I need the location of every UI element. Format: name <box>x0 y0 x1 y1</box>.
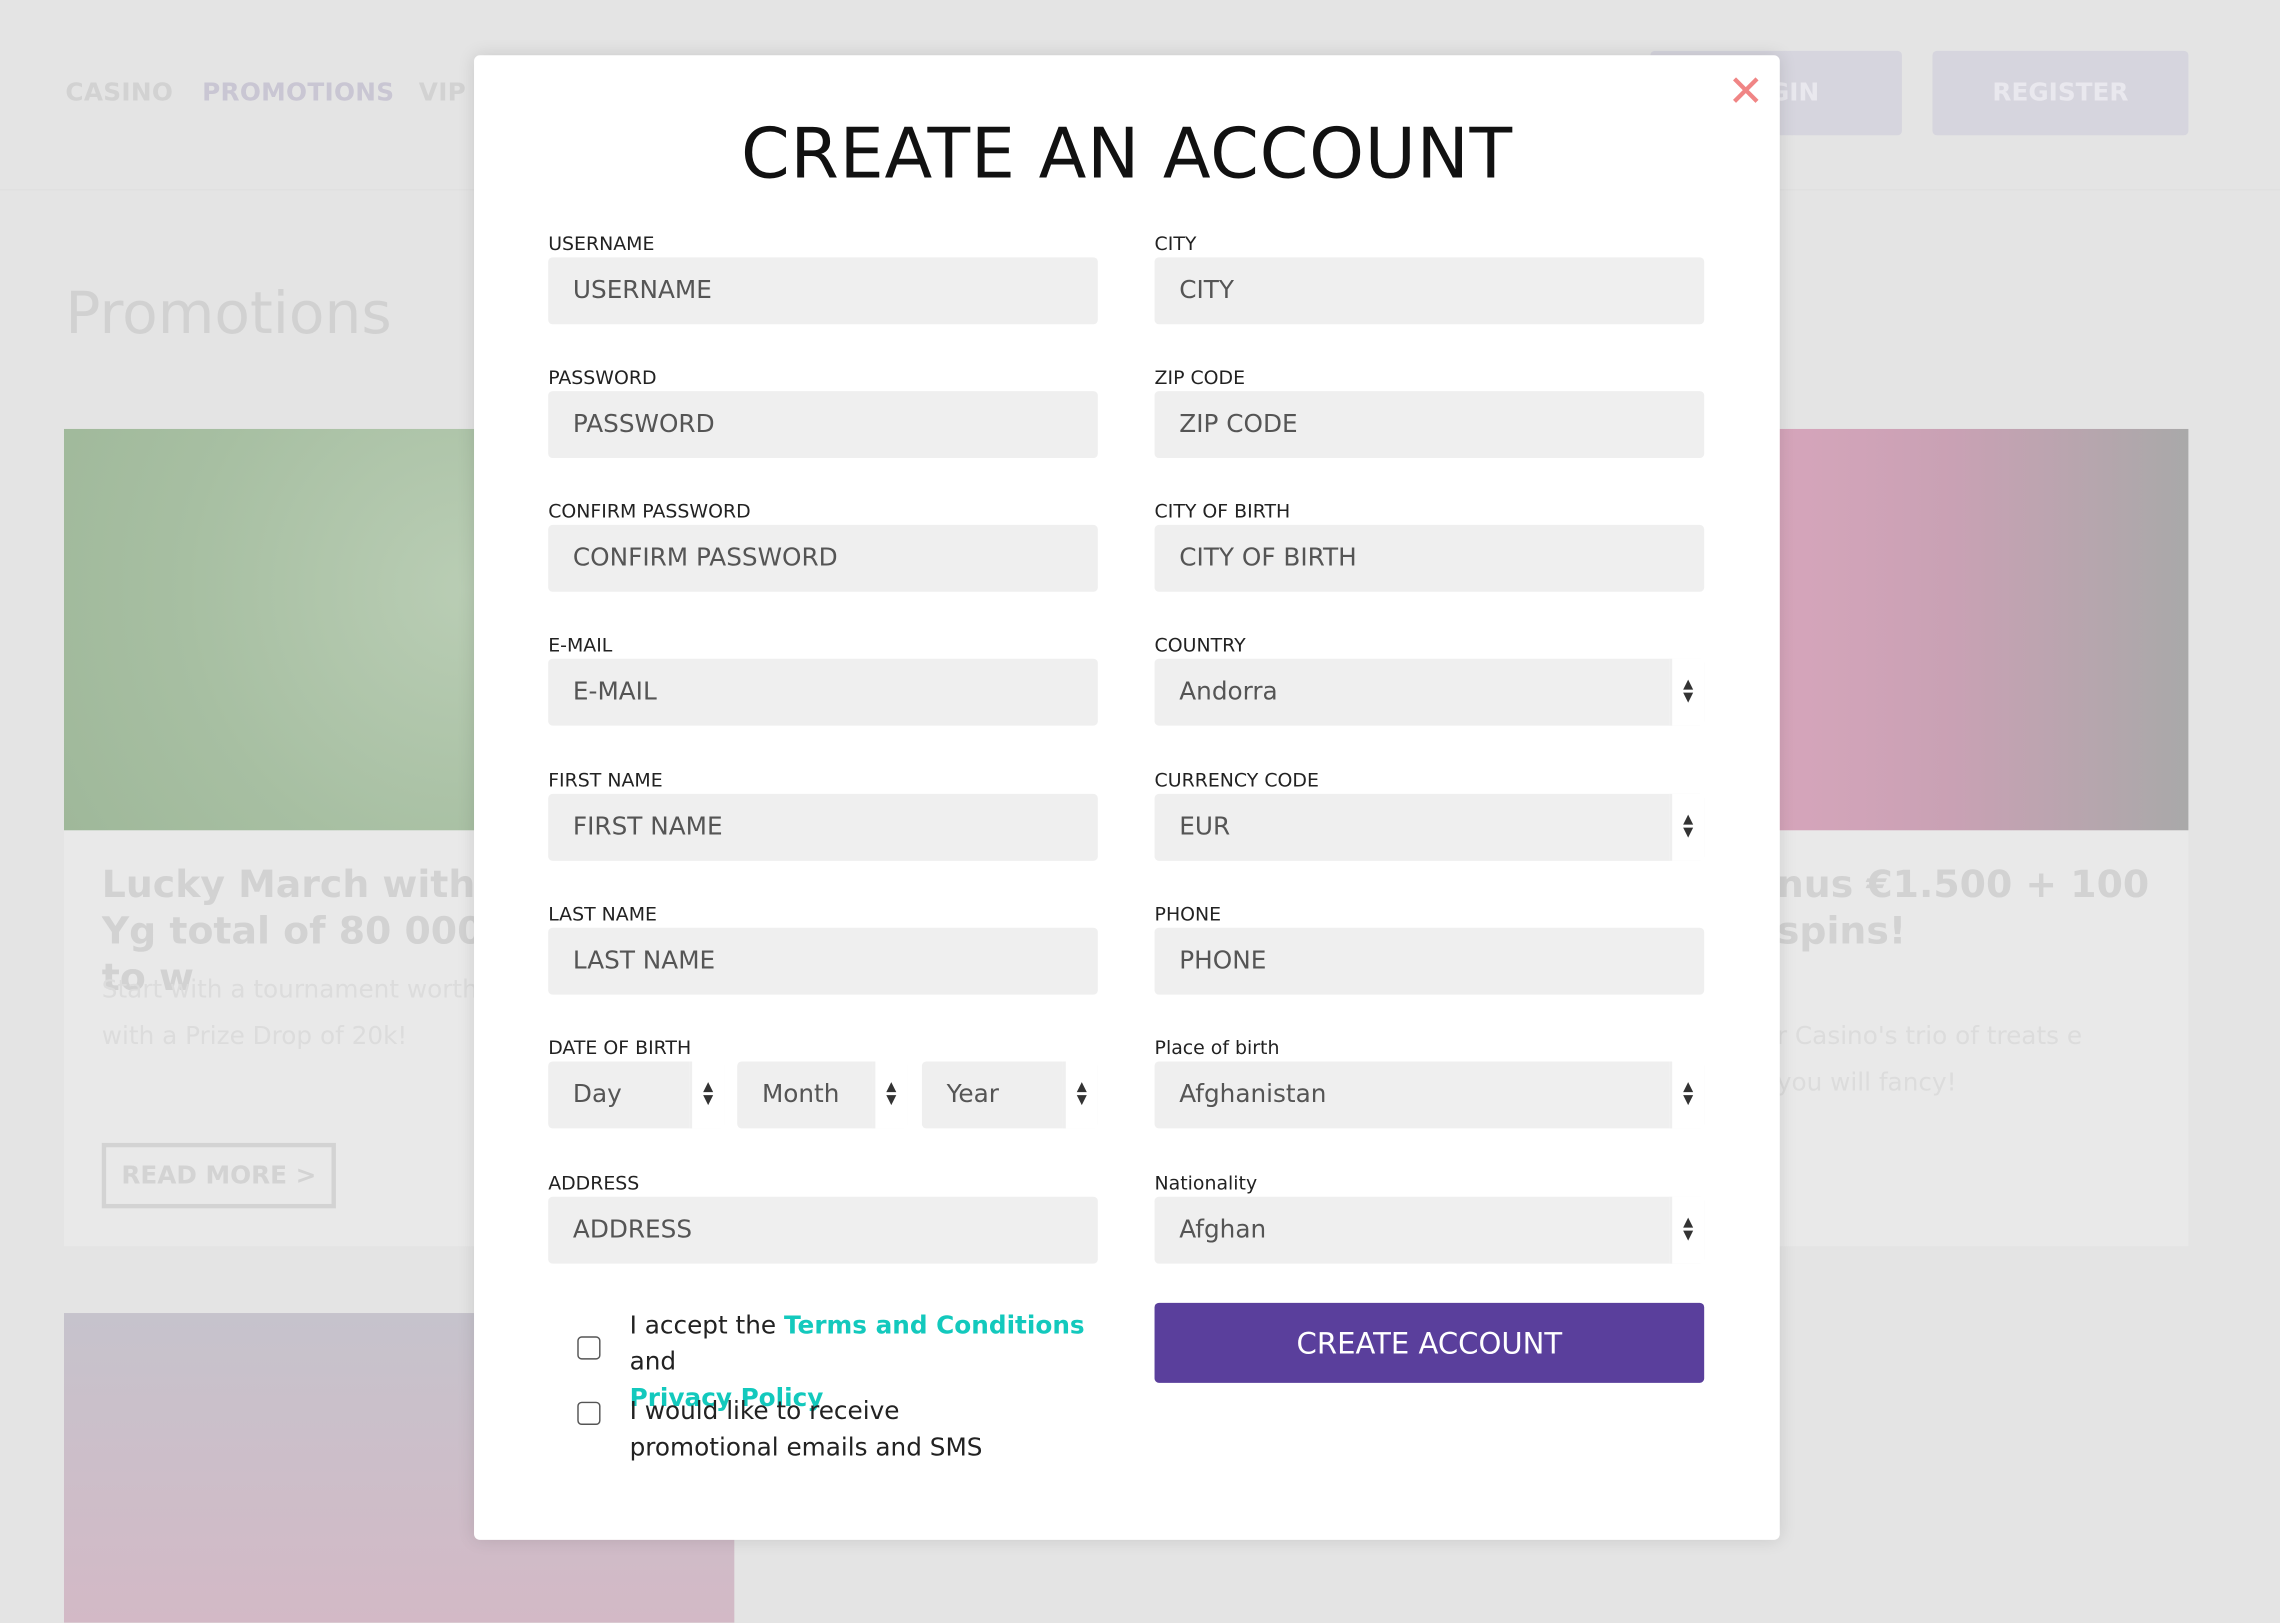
register-button[interactable]: REGISTER <box>1932 50 2189 136</box>
address-input[interactable] <box>548 1196 1098 1264</box>
terms-link[interactable]: Terms and Conditions <box>784 1312 1085 1341</box>
city-input[interactable] <box>1154 257 1705 325</box>
field-label: E-MAIL <box>548 635 613 658</box>
field-label: CITY <box>1154 234 1197 256</box>
place-of-birth-field: Place of birth Afghanistan ▲ ▼ <box>1154 1037 1705 1129</box>
create-account-button[interactable]: CREATE ACCOUNT <box>1154 1302 1705 1383</box>
confirm-password-field: CONFIRM PASSWORD <box>548 500 1098 592</box>
username-field: USERNAME <box>548 233 1098 325</box>
field-label: Nationality <box>1154 1173 1258 1196</box>
field-label: ADDRESS <box>548 1173 640 1196</box>
nationality-value: Afghan <box>1179 1215 1267 1245</box>
card-text: r Casino's trio of treats e you will fan… <box>1776 1022 2083 1098</box>
register-modal: ✕ CREATE AN ACCOUNT USERNAME PASSWORD CO… <box>474 55 1780 1540</box>
currency-field: CURRENCY CODE EUR ▲ ▼ <box>1154 769 1705 861</box>
terms-pre: I accept the <box>629 1311 784 1341</box>
field-label: CITY OF BIRTH <box>1154 501 1291 524</box>
promo-text: I would like to receive promotional emai… <box>629 1397 983 1463</box>
zip-code-input[interactable] <box>1154 391 1705 459</box>
page-title: Promotions <box>65 280 392 348</box>
field-label: PASSWORD <box>548 367 657 390</box>
select-arrows-icon: ▲ ▼ <box>689 1061 725 1129</box>
card-text: Start with a tournament worth with a Pri… <box>101 975 478 1052</box>
phone-field: PHONE <box>1154 903 1705 995</box>
city-field: CITY <box>1154 233 1705 325</box>
currency-value: EUR <box>1179 812 1231 842</box>
field-label: COUNTRY <box>1154 635 1246 658</box>
country-field: COUNTRY Andorra ▲ ▼ <box>1154 634 1705 726</box>
first-name-input[interactable] <box>548 793 1098 861</box>
nav-casino[interactable]: CASINO <box>65 79 173 108</box>
nationality-field: Nationality Afghan ▲ ▼ <box>1154 1172 1705 1264</box>
address-field: ADDRESS <box>548 1172 1098 1264</box>
year-value: Year <box>946 1080 999 1110</box>
field-label: FIRST NAME <box>548 770 663 793</box>
field-label: ZIP CODE <box>1154 367 1246 390</box>
card-title: nus €1.500 + 100 spins! <box>1776 863 2150 954</box>
nationality-select[interactable]: Afghan ▲ ▼ <box>1154 1196 1705 1264</box>
email-input[interactable] <box>548 658 1098 726</box>
first-name-field: FIRST NAME <box>548 769 1098 861</box>
nav-promotions[interactable]: PROMOTIONS <box>202 79 394 108</box>
last-name-field: LAST NAME <box>548 903 1098 995</box>
place-of-birth-value: Afghanistan <box>1179 1080 1327 1110</box>
field-label: LAST NAME <box>548 904 657 927</box>
username-input[interactable] <box>548 257 1098 325</box>
select-arrows-icon: ▲ ▼ <box>1669 1196 1705 1264</box>
field-label: DATE OF BIRTH <box>548 1038 692 1061</box>
select-arrows-icon: ▲ ▼ <box>1669 793 1705 861</box>
field-label: Place of birth <box>1154 1038 1280 1061</box>
date-of-birth-field: DATE OF BIRTH Day ▲ ▼ Month ▲ ▼ Year ▲ ▼ <box>548 1037 1098 1129</box>
day-select[interactable]: Day ▲ ▼ <box>548 1061 725 1129</box>
field-label: CURRENCY CODE <box>1154 770 1319 793</box>
field-label: CONFIRM PASSWORD <box>548 501 751 524</box>
day-value: Day <box>572 1080 622 1110</box>
read-more-button[interactable]: READ MORE > <box>101 1142 336 1209</box>
password-field: PASSWORD <box>548 366 1098 459</box>
page: CASINO PROMOTIONS VIP ~ ~ ~ LOGIN REGIST… <box>0 0 2280 1623</box>
select-arrows-icon: ▲ ▼ <box>872 1061 908 1129</box>
country-value: Andorra <box>1179 677 1278 707</box>
phone-input[interactable] <box>1154 927 1705 995</box>
select-arrows-icon: ▲ ▼ <box>1062 1061 1098 1129</box>
field-label: PHONE <box>1154 904 1222 927</box>
promo-checkbox[interactable] <box>577 1401 601 1425</box>
country-select[interactable]: Andorra ▲ ▼ <box>1154 658 1705 726</box>
select-arrows-icon: ▲ ▼ <box>1669 658 1705 726</box>
terms-checkbox[interactable] <box>577 1336 601 1360</box>
city-of-birth-input[interactable] <box>1154 524 1705 592</box>
select-arrows-icon: ▲ ▼ <box>1669 1061 1705 1129</box>
nav-vip[interactable]: VIP <box>419 79 466 108</box>
modal-title: CREATE AN ACCOUNT <box>740 113 1513 195</box>
email-field: E-MAIL <box>548 634 1098 726</box>
city-of-birth-field: CITY OF BIRTH <box>1154 500 1705 592</box>
year-select[interactable]: Year ▲ ▼ <box>921 1061 1098 1129</box>
terms-mid: and <box>629 1347 677 1378</box>
confirm-password-input[interactable] <box>548 524 1098 592</box>
place-of-birth-select[interactable]: Afghanistan ▲ ▼ <box>1154 1061 1705 1129</box>
password-input[interactable] <box>548 391 1098 459</box>
close-icon[interactable]: ✕ <box>1727 67 1764 118</box>
field-label: USERNAME <box>548 234 655 256</box>
currency-select[interactable]: EUR ▲ ▼ <box>1154 793 1705 861</box>
month-select[interactable]: Month ▲ ▼ <box>737 1061 908 1129</box>
month-value: Month <box>761 1080 840 1110</box>
last-name-input[interactable] <box>548 927 1098 995</box>
zip-code-field: ZIP CODE <box>1154 366 1705 459</box>
